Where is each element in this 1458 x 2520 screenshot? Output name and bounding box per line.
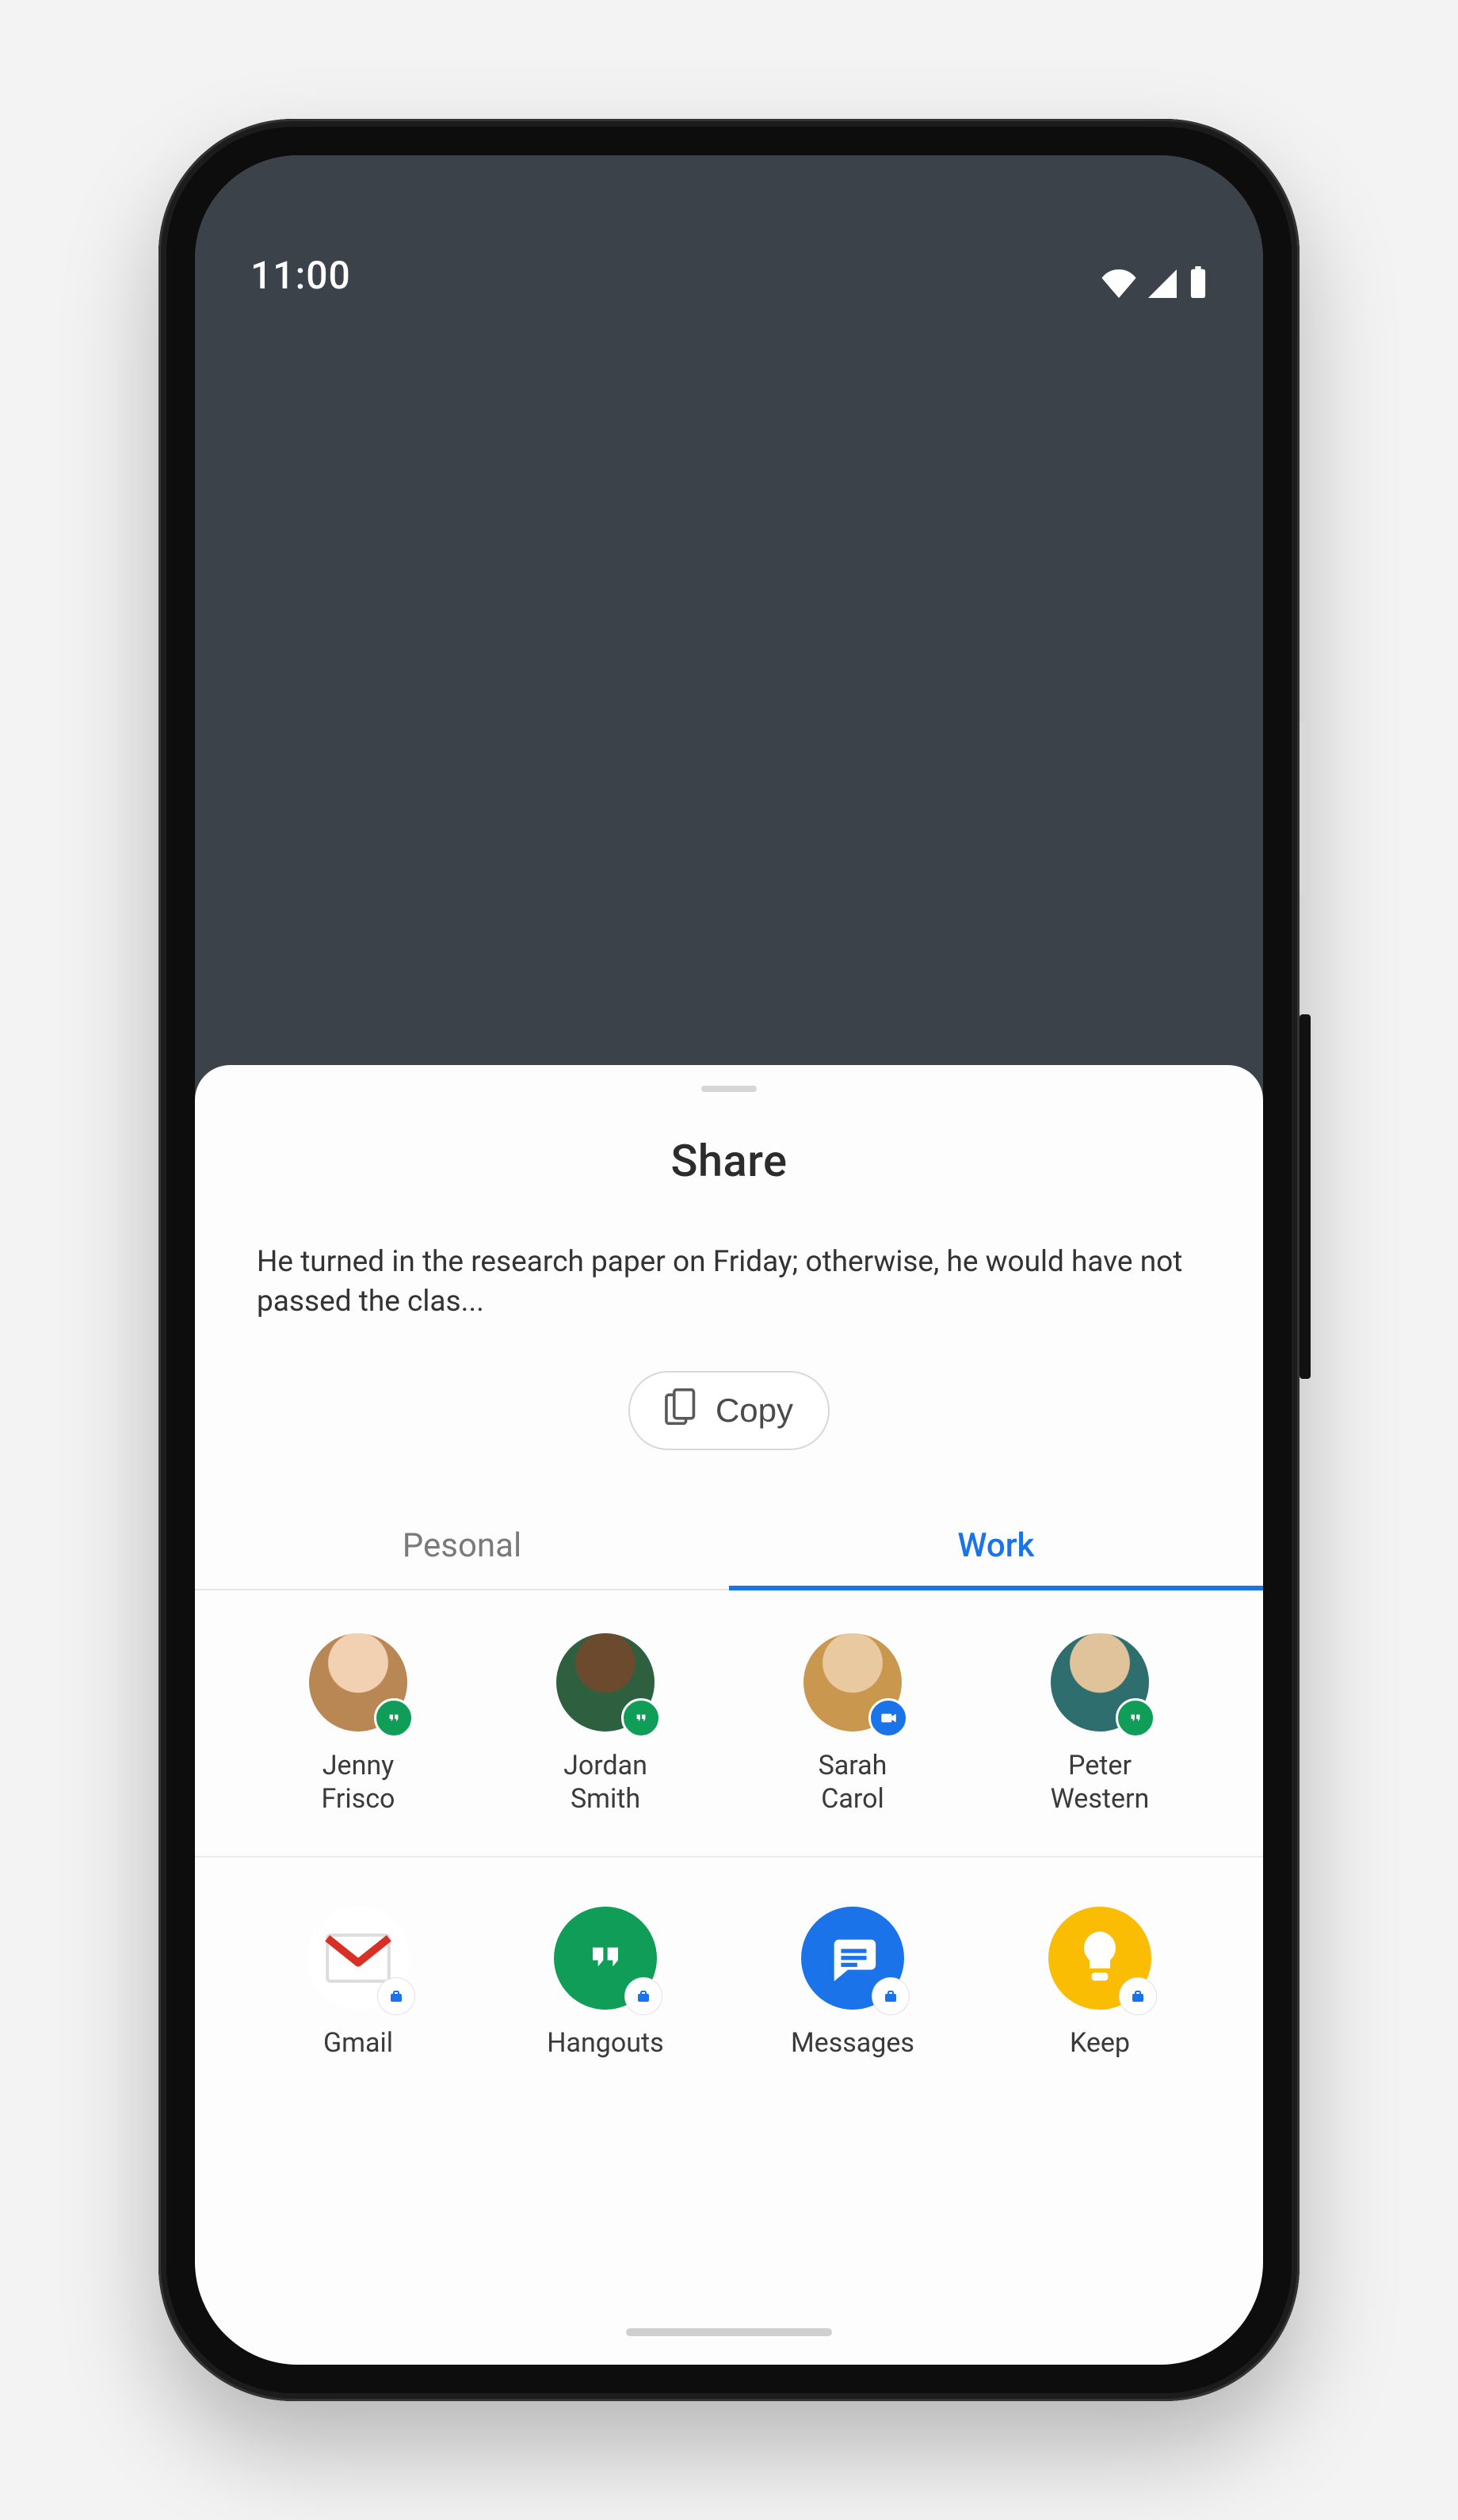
contact-last-name: Smith bbox=[518, 1782, 693, 1816]
status-icons bbox=[1101, 266, 1208, 298]
contact-first-name: Sarah bbox=[765, 1749, 940, 1783]
sheet-title: Share bbox=[195, 1135, 1263, 1187]
screen: 11:00 Share He turned in the r bbox=[195, 155, 1263, 2365]
share-target-peter-western[interactable]: Peter Western bbox=[1013, 1633, 1187, 1816]
tab-label: Pesonal bbox=[403, 1526, 521, 1565]
copy-button[interactable]: Copy bbox=[628, 1371, 830, 1450]
share-target-sarah-carol[interactable]: Sarah Carol bbox=[765, 1633, 940, 1816]
share-target-jordan-smith[interactable]: Jordan Smith bbox=[518, 1633, 693, 1816]
app-target-hangouts[interactable]: Hangouts bbox=[518, 1907, 693, 2059]
wifi-icon bbox=[1101, 269, 1136, 298]
tab-label: Work bbox=[958, 1526, 1035, 1565]
share-preview-text: He turned in the research paper on Frida… bbox=[257, 1243, 1201, 1322]
contact-first-name: Jenny bbox=[271, 1749, 445, 1783]
share-sheet: Share He turned in the research paper on… bbox=[195, 1065, 1263, 2365]
contact-last-name: Western bbox=[1013, 1782, 1187, 1816]
app-label: Messages bbox=[765, 2027, 940, 2059]
hangouts-badge-icon bbox=[374, 1698, 414, 1738]
app-share-row: Gmail Hangouts bbox=[195, 1858, 1263, 2059]
tab-personal[interactable]: Pesonal bbox=[195, 1526, 729, 1589]
profile-tabs: Pesonal Work bbox=[195, 1526, 1263, 1590]
sheet-drag-handle[interactable] bbox=[701, 1086, 757, 1092]
app-label: Hangouts bbox=[518, 2027, 693, 2059]
hangouts-badge-icon bbox=[1116, 1698, 1155, 1738]
contact-first-name: Peter bbox=[1013, 1749, 1187, 1783]
work-profile-badge-icon bbox=[378, 1978, 414, 2014]
power-button[interactable] bbox=[1300, 721, 1311, 895]
contact-first-name: Jordan bbox=[518, 1749, 693, 1783]
hangouts-badge-icon bbox=[621, 1698, 661, 1738]
tab-work[interactable]: Work bbox=[729, 1526, 1263, 1589]
status-bar: 11:00 bbox=[195, 155, 1263, 314]
work-profile-badge-icon bbox=[872, 1978, 909, 2014]
contact-last-name: Carol bbox=[765, 1782, 940, 1816]
status-time: 11:00 bbox=[250, 253, 351, 298]
app-target-messages[interactable]: Messages bbox=[765, 1907, 940, 2059]
gesture-nav-handle[interactable] bbox=[626, 2328, 832, 2336]
app-target-keep[interactable]: Keep bbox=[1013, 1907, 1187, 2059]
phone-frame: 11:00 Share He turned in the r bbox=[158, 119, 1300, 2401]
app-label: Gmail bbox=[271, 2027, 445, 2059]
work-profile-badge-icon bbox=[625, 1978, 662, 2014]
meet-badge-icon bbox=[868, 1698, 908, 1738]
work-profile-badge-icon bbox=[1120, 1978, 1156, 2014]
cellular-icon bbox=[1147, 269, 1177, 298]
copy-icon bbox=[665, 1388, 697, 1433]
volume-rocker[interactable] bbox=[1300, 1014, 1311, 1379]
app-label: Keep bbox=[1013, 2027, 1187, 2059]
share-target-jenny-frisco[interactable]: Jenny Frisco bbox=[271, 1633, 445, 1816]
contact-last-name: Frisco bbox=[271, 1782, 445, 1816]
direct-share-row: Jenny Frisco Jordan S bbox=[195, 1590, 1263, 1858]
app-target-gmail[interactable]: Gmail bbox=[271, 1907, 445, 2059]
copy-button-label: Copy bbox=[716, 1392, 793, 1430]
battery-icon bbox=[1189, 266, 1208, 298]
